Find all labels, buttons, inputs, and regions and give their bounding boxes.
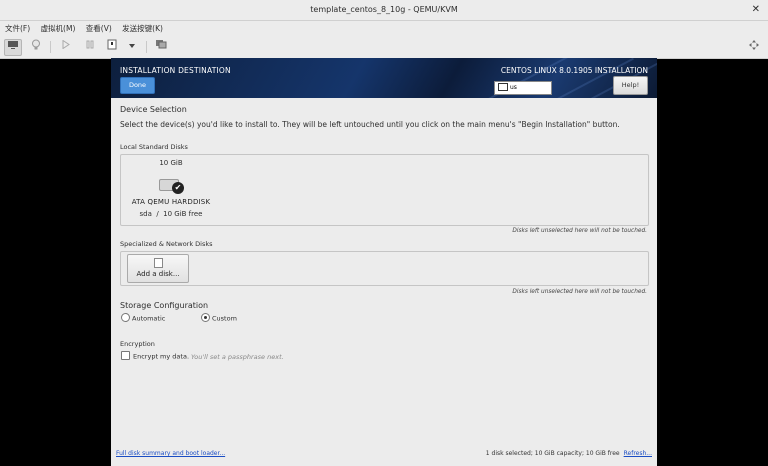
toolbar-separator xyxy=(146,41,147,53)
disk-name: ATA QEMU HARDDISK xyxy=(131,198,211,206)
toolbar xyxy=(0,36,768,59)
monitor-icon[interactable] xyxy=(4,39,22,56)
add-disk-button[interactable]: Add a disk... xyxy=(127,254,189,283)
disk-device: sda xyxy=(139,210,152,218)
encryption-heading: Encryption xyxy=(120,340,155,348)
page-title: INSTALLATION DESTINATION xyxy=(120,66,231,75)
radio-automatic-label: Automatic xyxy=(132,314,166,323)
keyboard-icon xyxy=(498,82,508,91)
menu-bar: 文件(F) 虚拟机(M) 查看(V) 发送按键(K) xyxy=(0,21,768,36)
encrypt-hint: You'll set a passphrase next. xyxy=(191,352,284,361)
network-disks-note: Disks left unselected here will not be t… xyxy=(512,289,647,295)
disk-info-separator: / xyxy=(156,210,159,218)
checkbox-box xyxy=(121,351,130,360)
encrypt-label: Encrypt my data. xyxy=(133,352,190,361)
add-disk-label: Add a disk... xyxy=(136,270,180,278)
menu-view[interactable]: 查看(V) xyxy=(86,24,112,33)
done-button[interactable]: Done xyxy=(120,77,155,94)
keyboard-layout-label: us xyxy=(510,84,517,91)
menu-send-key[interactable]: 发送按键(K) xyxy=(122,24,163,33)
toolbar-separator xyxy=(50,41,51,53)
disk-free: 10 GiB free xyxy=(163,210,203,218)
disk-info: sda / 10 GiB free xyxy=(121,210,221,218)
radio-indicator xyxy=(121,313,130,322)
radio-automatic[interactable]: Automatic xyxy=(121,313,166,323)
disk-summary-link[interactable]: Full disk summary and boot loader... xyxy=(116,450,225,457)
power-icon[interactable] xyxy=(104,39,120,54)
device-selection-description: Select the device(s) you'd like to insta… xyxy=(120,120,620,129)
disk-icon xyxy=(154,258,163,268)
status-bar: 1 disk selected; 10 GiB capacity; 10 GiB… xyxy=(486,450,652,457)
refresh-link[interactable]: Refresh... xyxy=(624,450,652,457)
menu-vm[interactable]: 虚拟机(M) xyxy=(41,24,76,33)
disk-item-sda[interactable]: 10 GiB ✔ ATA QEMU HARDDISK sda / 10 GiB … xyxy=(121,155,216,223)
installer-screen: INSTALLATION DESTINATION Done CENTOS LIN… xyxy=(111,58,657,466)
network-disks-panel: Add a disk... xyxy=(120,251,649,286)
encrypt-checkbox[interactable]: Encrypt my data. You'll set a passphrase … xyxy=(121,351,284,361)
window-title: template_centos_8_10g - QEMU/KVM xyxy=(310,5,458,14)
radio-custom-label: Custom xyxy=(212,314,237,323)
help-button[interactable]: Help! xyxy=(613,76,648,95)
window-titlebar: template_centos_8_10g - QEMU/KVM ✕ xyxy=(0,0,768,21)
local-disks-heading: Local Standard Disks xyxy=(120,143,188,151)
menu-file[interactable]: 文件(F) xyxy=(5,24,30,33)
storage-config-heading: Storage Configuration xyxy=(120,301,209,310)
disk-capacity: 10 GiB xyxy=(159,159,183,167)
pause-icon[interactable] xyxy=(82,39,98,54)
fullscreen-icon[interactable] xyxy=(746,39,762,54)
dropdown-icon[interactable] xyxy=(124,39,140,54)
keyboard-layout-indicator[interactable]: us xyxy=(494,81,552,95)
checkmark-icon: ✔ xyxy=(172,182,184,194)
local-disks-note: Disks left unselected here will not be t… xyxy=(512,228,647,234)
disk-status-text: 1 disk selected; 10 GiB capacity; 10 GiB… xyxy=(485,450,620,457)
local-disks-panel: 10 GiB ✔ ATA QEMU HARDDISK sda / 10 GiB … xyxy=(120,154,649,226)
installer-header: INSTALLATION DESTINATION Done CENTOS LIN… xyxy=(111,58,657,98)
close-icon[interactable]: ✕ xyxy=(752,0,760,20)
play-icon[interactable] xyxy=(58,39,74,54)
radio-indicator xyxy=(201,313,210,322)
radio-custom[interactable]: Custom xyxy=(201,313,237,323)
device-selection-heading: Device Selection xyxy=(120,105,187,114)
screenshot-icon[interactable] xyxy=(153,39,169,54)
lightbulb-icon[interactable] xyxy=(28,39,44,54)
network-disks-heading: Specialized & Network Disks xyxy=(120,240,213,248)
product-title: CENTOS LINUX 8.0.1905 INSTALLATION xyxy=(500,66,648,75)
